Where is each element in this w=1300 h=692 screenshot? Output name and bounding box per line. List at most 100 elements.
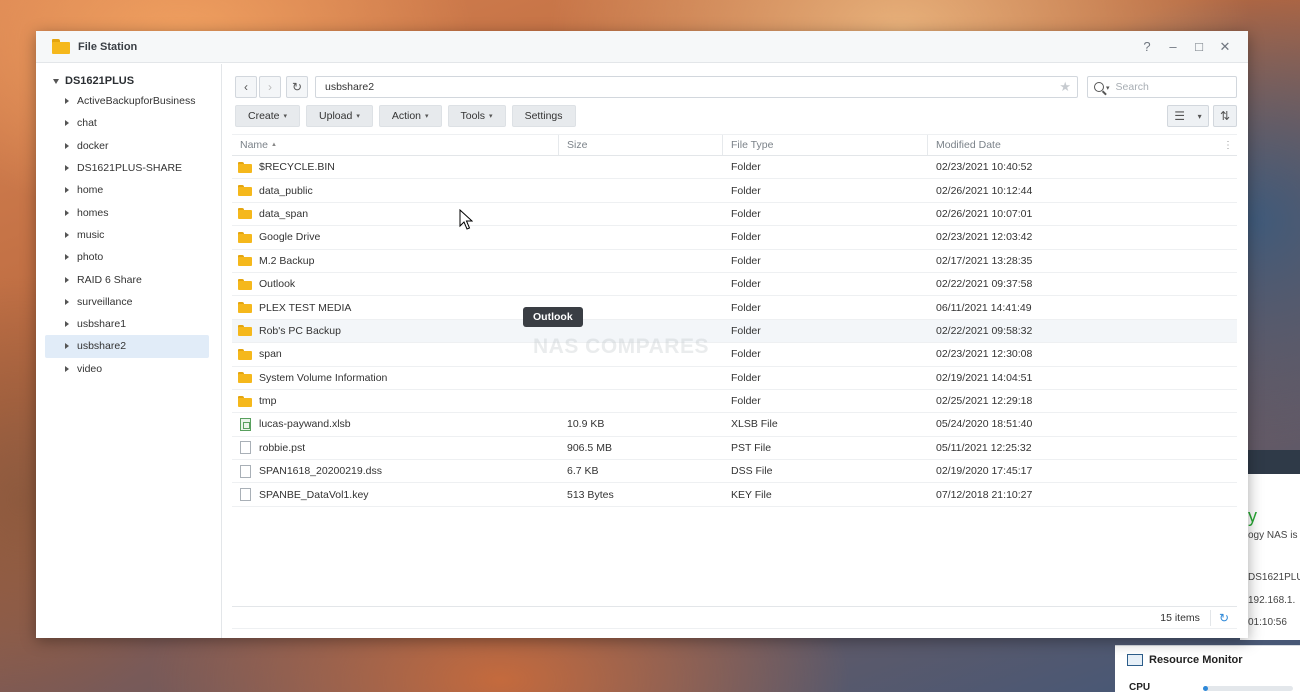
column-header-size[interactable]: Size — [559, 135, 723, 155]
refresh-icon: ↻ — [291, 80, 303, 94]
cell-type-text: Folder — [731, 184, 761, 197]
upload-button[interactable]: Upload ▾ — [306, 105, 373, 127]
column-header-modified[interactable]: Modified Date ⋮ — [928, 135, 1237, 155]
cell-type: KEY File — [723, 489, 928, 501]
column-header-type[interactable]: File Type — [723, 135, 928, 155]
cell-name-text: span — [259, 348, 282, 361]
cell-name: data_public — [232, 185, 559, 197]
table-row[interactable]: PLEX TEST MEDIA Folder 06/11/2021 14:41:49 — [232, 296, 1237, 320]
resource-monitor-widget[interactable]: Resource Monitor CPU — [1115, 645, 1300, 692]
table-row[interactable]: Rob's PC Backup Folder 02/22/2021 09:58:32 — [232, 319, 1237, 344]
sidebar-item[interactable]: usbshare1 — [45, 313, 209, 335]
cell-type-text: DSS File — [731, 465, 773, 478]
caret-right-icon[interactable] — [65, 276, 69, 283]
cell-modified-text: 02/22/2021 09:37:58 — [936, 278, 1033, 291]
search-icon[interactable] — [1094, 82, 1104, 92]
tree-root-label: DS1621PLUS — [65, 75, 135, 87]
sidebar-item[interactable]: chat — [45, 112, 209, 134]
sidebar-item[interactable]: DS1621PLUS-SHARE — [45, 157, 209, 179]
window-titlebar[interactable]: File Station ? – □ ✕ — [36, 31, 1248, 63]
sidebar-item[interactable]: photo — [45, 246, 209, 268]
minimize-button[interactable]: – — [1166, 39, 1180, 54]
maximize-button[interactable]: □ — [1192, 39, 1206, 54]
cell-name: Google Drive — [232, 231, 559, 243]
view-controls: ☰ ▾ ⇅ — [1167, 105, 1237, 129]
table-row[interactable]: System Volume Information Folder 02/19/202… — [232, 367, 1237, 390]
forward-button[interactable]: › — [259, 76, 281, 98]
background-widget-line: 01:10:56 — [1248, 617, 1287, 628]
caret-right-icon[interactable] — [65, 209, 69, 216]
cell-modified: 02/19/2020 17:45:17 — [928, 465, 1237, 477]
sidebar-item[interactable]: video — [45, 358, 209, 380]
table-row[interactable]: tmp Folder 02/25/2021 12:29:18 — [232, 390, 1237, 414]
table-row[interactable]: data_span Folder 02/26/2021 10:07:01 — [232, 203, 1237, 227]
caret-right-icon[interactable] — [65, 231, 69, 238]
search-dropdown-icon[interactable]: ▾ — [1106, 84, 1110, 92]
refresh-button[interactable]: ↻ — [286, 76, 308, 98]
column-header-name[interactable]: Name ▲ — [232, 135, 559, 155]
close-button[interactable]: ✕ — [1218, 39, 1232, 55]
caret-right-icon[interactable] — [65, 298, 69, 305]
cell-modified: 06/11/2021 14:41:49 — [928, 302, 1237, 314]
sidebar-item[interactable]: homes — [45, 201, 209, 223]
back-button[interactable]: ‹ — [235, 76, 257, 98]
table-row[interactable]: M.2 Backup Folder 02/17/2021 13:28:35 — [232, 250, 1237, 273]
cpu-usage-fill — [1203, 686, 1209, 691]
cell-type: XLSB File — [723, 418, 928, 430]
sidebar-item-label: docker — [77, 139, 109, 152]
sidebar-item[interactable]: music — [45, 224, 209, 246]
table-row[interactable]: robbie.pst 906.5 MB PST File 05/11/2021 12:… — [232, 437, 1237, 461]
sidebar-item[interactable]: docker — [45, 135, 209, 157]
caret-right-icon[interactable] — [65, 343, 69, 350]
create-button[interactable]: Create ▾ — [235, 105, 301, 127]
refresh-icon[interactable]: ↻ — [1219, 611, 1229, 625]
table-row[interactable]: data_public Folder 02/26/2021 10:12:44 — [232, 179, 1237, 203]
caret-down-icon[interactable] — [53, 78, 59, 84]
table-row[interactable]: Outlook Folder 02/22/2021 09:37:58 — [232, 273, 1237, 297]
table-row[interactable]: Google Drive Folder 02/23/2021 12:03:42 — [232, 226, 1237, 250]
table-row[interactable]: lucas-paywand.xlsb 10.9 KB XLSB File 05/24/… — [232, 413, 1237, 437]
cell-modified: 02/26/2021 10:12:44 — [928, 185, 1237, 197]
table-row[interactable]: $RECYCLE.BIN Folder 02/23/2021 10:40:52 — [232, 156, 1237, 180]
sidebar-item[interactable]: RAID 6 Share — [45, 268, 209, 290]
cell-modified-text: 06/11/2021 14:41:49 — [936, 301, 1032, 314]
cell-modified: 02/22/2021 09:37:58 — [928, 278, 1237, 290]
caret-right-icon[interactable] — [65, 254, 69, 261]
tree-root-ds1621plus[interactable]: DS1621PLUS — [36, 72, 221, 90]
table-row[interactable]: SPAN1618_20200219.dss 6.7 KB DSS File 02/19… — [232, 460, 1237, 484]
sidebar-item[interactable]: home — [45, 179, 209, 201]
caret-right-icon[interactable] — [65, 98, 69, 105]
chevron-down-icon: ▾ — [1197, 111, 1202, 121]
cell-type-text: Folder — [731, 254, 761, 267]
caret-right-icon[interactable] — [65, 365, 69, 372]
sidebar-item[interactable]: surveillance — [45, 291, 209, 313]
settings-button[interactable]: Settings — [511, 105, 576, 127]
caret-right-icon[interactable] — [65, 165, 69, 172]
cell-name-text: System Volume Information — [259, 371, 388, 384]
search-input[interactable] — [1115, 81, 1216, 93]
sort-button[interactable]: ⇅ — [1213, 105, 1237, 127]
sidebar-item[interactable]: usbshare2 — [45, 335, 209, 358]
caret-right-icon[interactable] — [65, 142, 69, 149]
cell-modified: 02/25/2021 12:29:18 — [928, 395, 1237, 407]
sidebar-item[interactable]: ActiveBackupforBusiness — [45, 90, 209, 112]
cell-modified: 07/12/2018 21:10:27 — [928, 489, 1237, 501]
tools-button[interactable]: Tools ▾ — [447, 105, 506, 127]
caret-right-icon[interactable] — [65, 187, 69, 194]
table-row[interactable]: span Folder 02/23/2021 12:30:08 — [232, 343, 1237, 367]
view-mode-button[interactable]: ☰ ▾ — [1167, 105, 1209, 127]
star-icon[interactable]: ★ — [1059, 79, 1071, 95]
column-menu-icon[interactable]: ⋮ — [1223, 140, 1233, 151]
search-box[interactable]: ▾ — [1087, 76, 1237, 98]
path-field[interactable]: usbshare2 ★ — [315, 76, 1078, 98]
file-icon — [240, 464, 251, 478]
cell-name: System Volume Information — [232, 372, 559, 384]
caret-right-icon[interactable] — [65, 120, 69, 127]
action-button[interactable]: Action ▾ — [378, 105, 442, 127]
sidebar-item-label: music — [77, 228, 105, 241]
folder-icon — [238, 208, 252, 220]
caret-right-icon[interactable] — [65, 321, 69, 328]
help-button[interactable]: ? — [1140, 39, 1154, 54]
table-row[interactable]: SPANBE_DataVol1.key 513 Bytes KEY File 07/1… — [232, 483, 1237, 507]
sidebar-item-label: homes — [77, 206, 109, 219]
